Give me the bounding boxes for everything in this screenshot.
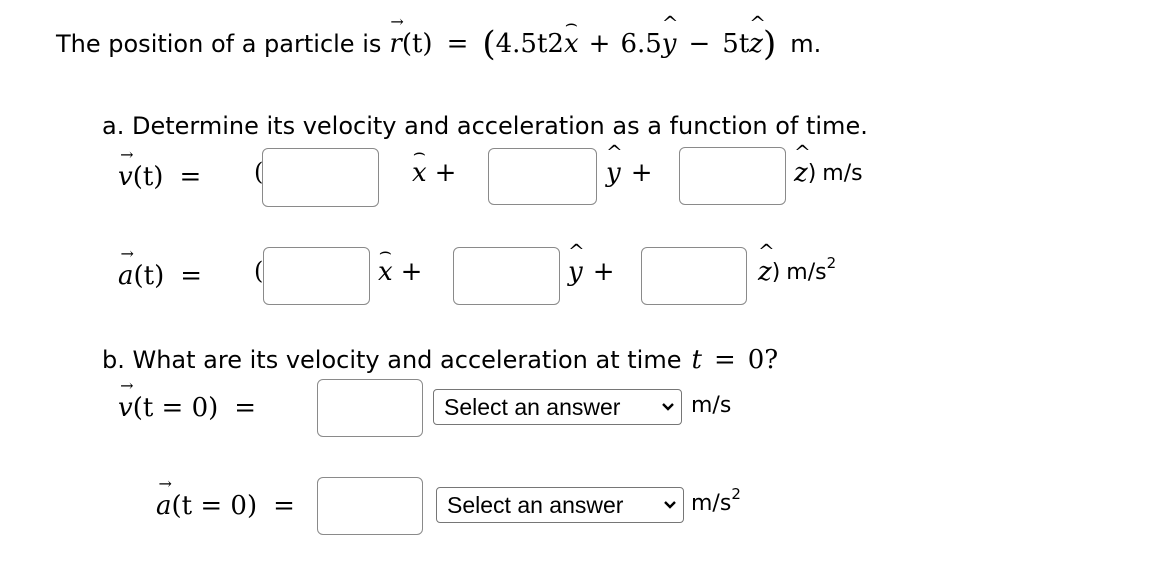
acceleration-y-input[interactable] (453, 247, 560, 305)
close-paren: ) (807, 160, 817, 186)
velocity-at-zero-lhs: → v (t = 0) = (118, 376, 257, 428)
acceleration-at-zero-unit: m/s2 (691, 485, 741, 517)
hat-icon: ^ (661, 11, 679, 35)
vector-arrow-icon: → (390, 12, 404, 31)
plus-sign: + (630, 158, 653, 188)
velocity-x-input[interactable] (262, 148, 379, 207)
part-b-prompt: b. What are its velocity and acceleratio… (102, 340, 778, 380)
velocity-at-zero-input[interactable] (317, 379, 423, 437)
acceleration-lhs: → a (t) = (118, 244, 203, 296)
select-label: Select an answer (447, 491, 624, 518)
chevron-down-icon (661, 399, 675, 415)
term2-coef: 6.5 (620, 29, 662, 59)
position-arg: (t) (401, 29, 433, 59)
problem-intro: The position of a particle is (56, 30, 382, 58)
hat-icon: ^ (568, 239, 585, 263)
part-a-prompt: a. Determine its velocity and accelerati… (102, 112, 868, 140)
x-hat-symbol: ⌢ x (378, 239, 393, 287)
plus-sign: + (400, 257, 423, 287)
select-label: Select an answer (444, 393, 621, 420)
chevron-down-icon (663, 497, 677, 513)
vector-arrow-icon: → (120, 244, 134, 263)
velocity-lhs: → v (t) = (118, 145, 202, 197)
time-value: 0? (747, 345, 779, 375)
velocity-at-zero-unit: m/s (691, 393, 732, 418)
wide-hat-icon: ⌢ (412, 140, 426, 164)
acceleration-unit: m/s2 (786, 253, 837, 285)
acceleration-x-input[interactable] (263, 247, 370, 305)
velocity-arg: (t) (132, 162, 164, 192)
x-hat-symbol: ⌢ x (563, 11, 579, 59)
acceleration-at-zero-input[interactable] (317, 477, 423, 535)
position-vector-symbol: → r (389, 12, 404, 59)
equals-sign: = (180, 261, 203, 291)
equals-sign: = (273, 491, 295, 521)
velocity-unit-select[interactable]: Select an answer (433, 389, 682, 425)
vector-arrow-icon: → (120, 145, 134, 164)
y-hat-symbol: ^ y (568, 239, 585, 287)
hat-icon: ^ (606, 140, 623, 164)
open-paren: ( (254, 257, 264, 285)
vector-arrow-icon: → (158, 474, 172, 493)
part-b-prompt-text: b. What are its velocity and acceleratio… (102, 346, 682, 374)
velocity-vector-symbol: → v (118, 145, 134, 192)
equals-sign: = (234, 393, 257, 423)
open-paren: ( (482, 24, 496, 64)
velocity-unit: m/s (822, 160, 863, 186)
acceleration-z-input[interactable] (641, 247, 747, 305)
equals-sign: = (446, 29, 469, 59)
wide-hat-icon: ⌢ (378, 239, 392, 263)
vector-arrow-icon: → (120, 376, 134, 395)
velocity-x-label: ⌢ x + (412, 140, 457, 188)
acceleration-at-zero-arg: (t = 0) (171, 491, 258, 521)
z-hat-symbol: ^ z (749, 11, 767, 59)
velocity-z-label: ^ z ) m/s (794, 140, 863, 188)
plus-sign: + (588, 29, 611, 59)
problem-statement: The position of a particle is → r (t) = (… (56, 11, 822, 64)
equals-sign: = (179, 162, 202, 192)
velocity-y-label: ^ y + (606, 140, 653, 188)
velocity-vector-symbol: → v (118, 376, 134, 423)
plus-sign: + (434, 158, 457, 188)
x-hat-symbol: ⌢ x (412, 140, 427, 188)
hat-icon: ^ (794, 140, 811, 164)
hat-icon: ^ (749, 11, 767, 35)
wide-hat-icon: ⌢ (564, 11, 578, 35)
acceleration-unit-select[interactable]: Select an answer (436, 487, 684, 523)
equals-sign: = (713, 345, 736, 375)
term1-coef: 4.5t (495, 29, 548, 59)
velocity-z-input[interactable] (679, 147, 786, 205)
plus-sign: + (592, 257, 615, 287)
acceleration-vector-symbol: → a (118, 244, 134, 291)
position-unit: m. (790, 30, 822, 58)
hat-icon: ^ (758, 239, 775, 263)
acceleration-vector-symbol: → a (156, 474, 172, 521)
acceleration-z-label: ^ z ) m/s2 (758, 239, 837, 287)
term3-coef: 5t (722, 29, 750, 59)
y-hat-symbol: ^ y (661, 11, 679, 59)
acceleration-arg: (t) (133, 261, 165, 291)
acceleration-x-label: ⌢ x + (378, 239, 423, 287)
time-variable: t (691, 345, 702, 375)
acceleration-at-zero-lhs: → a (t = 0) = (156, 474, 295, 526)
z-hat-symbol: ^ z (758, 239, 775, 287)
z-hat-symbol: ^ z (794, 140, 811, 188)
velocity-y-input[interactable] (488, 148, 597, 205)
acceleration-y-label: ^ y + (568, 239, 615, 287)
close-paren: ) (771, 259, 781, 285)
velocity-at-zero-arg: (t = 0) (132, 393, 219, 423)
minus-sign: − (688, 29, 711, 59)
y-hat-symbol: ^ y (606, 140, 623, 188)
